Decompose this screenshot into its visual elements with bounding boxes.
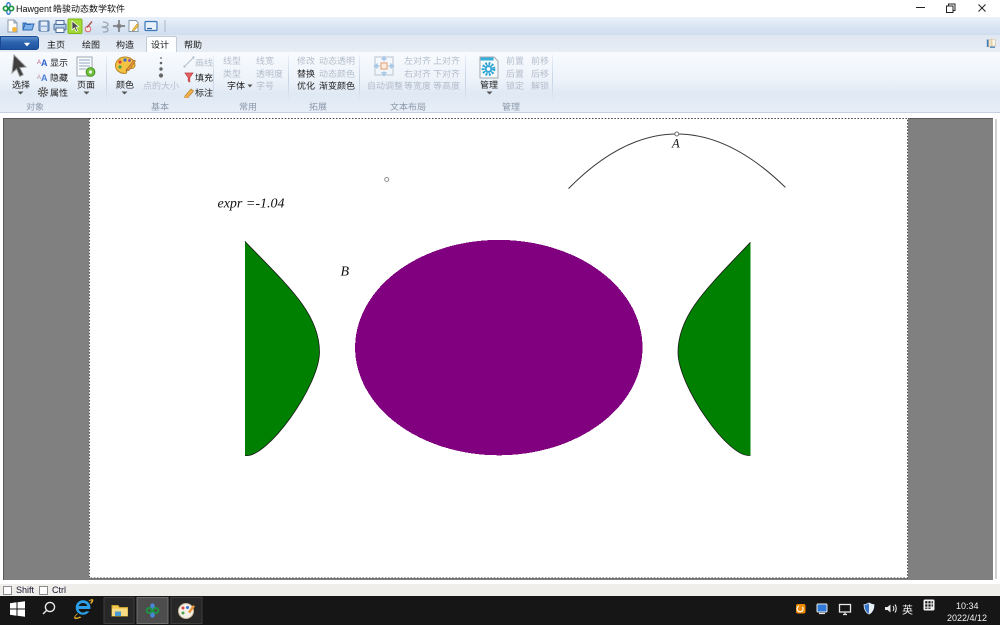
svg-text:A: A — [671, 137, 680, 151]
svg-text:expr =-1.04: expr =-1.04 — [218, 197, 285, 212]
svg-text:B: B — [341, 265, 350, 280]
